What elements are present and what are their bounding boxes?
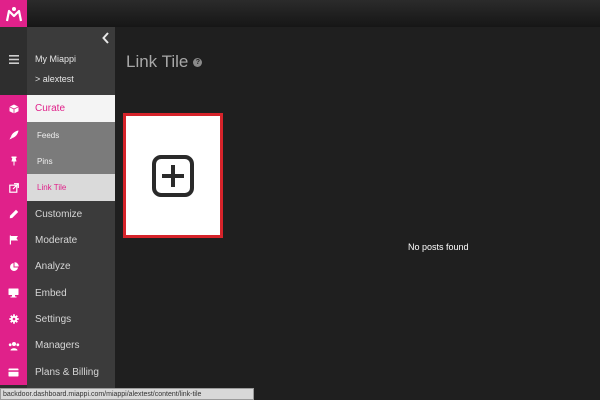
sidebar-item-managers[interactable]: Managers bbox=[27, 332, 115, 359]
cube-icon[interactable] bbox=[0, 95, 27, 122]
sidebar-item-label: Managers bbox=[35, 340, 80, 351]
top-bar bbox=[0, 0, 600, 27]
sidebar-item-label: Settings bbox=[35, 313, 72, 325]
sidebar-item-label: Curate bbox=[35, 103, 66, 114]
account-title[interactable]: My Miappi bbox=[35, 54, 76, 64]
external-link-icon[interactable] bbox=[0, 174, 27, 201]
menu-icon[interactable] bbox=[0, 44, 27, 74]
sidebar-subitem-label: Feeds bbox=[37, 130, 60, 140]
sidebar-item-curate[interactable]: Curate bbox=[27, 95, 115, 122]
rocket-icon[interactable] bbox=[0, 122, 27, 148]
pin-icon[interactable] bbox=[0, 148, 27, 174]
plus-square-icon bbox=[152, 154, 194, 197]
sidebar-item-label: Customize bbox=[35, 208, 83, 220]
sidebar-item-embed[interactable]: Embed bbox=[27, 280, 115, 306]
pie-chart-icon[interactable] bbox=[0, 253, 27, 280]
add-link-tile-button[interactable] bbox=[123, 113, 223, 238]
sidebar-item-customize[interactable]: Customize bbox=[27, 201, 115, 227]
sidebar: My Miappi > alextest Curate Feeds Pins L… bbox=[27, 27, 115, 400]
credit-card-icon[interactable] bbox=[0, 359, 27, 385]
sidebar-subitem-feeds[interactable]: Feeds bbox=[27, 122, 115, 148]
gear-icon[interactable] bbox=[0, 306, 27, 332]
sidebar-item-label: Moderate bbox=[35, 234, 78, 246]
sidebar-item-label: Analyze bbox=[35, 261, 71, 272]
sidebar-item-label: Plans & Billing bbox=[35, 366, 99, 378]
sidebar-subitem-pins[interactable]: Pins bbox=[27, 148, 115, 174]
icon-rail bbox=[0, 27, 27, 400]
flag-icon[interactable] bbox=[0, 227, 27, 253]
status-bar-url: backdoor.dashboard.miappi.com/miappi/ale… bbox=[0, 388, 254, 400]
page-title-text: Link Tile bbox=[126, 52, 189, 71]
empty-state-message: No posts found bbox=[408, 242, 469, 252]
sidebar-item-analyze[interactable]: Analyze bbox=[27, 253, 115, 280]
help-icon[interactable]: ? bbox=[193, 57, 203, 67]
sidebar-item-plans-billing[interactable]: Plans & Billing bbox=[27, 359, 115, 385]
account-name[interactable]: > alextest bbox=[35, 74, 74, 84]
sidebar-item-label: Embed bbox=[35, 287, 67, 299]
chevron-left-icon[interactable] bbox=[100, 31, 112, 45]
sidebar-item-settings[interactable]: Settings bbox=[27, 306, 115, 332]
users-icon[interactable] bbox=[0, 332, 27, 359]
monitor-icon[interactable] bbox=[0, 280, 27, 306]
main-content: Link Tile ? No posts found bbox=[115, 27, 600, 400]
pencil-icon[interactable] bbox=[0, 201, 27, 227]
sidebar-item-moderate[interactable]: Moderate bbox=[27, 227, 115, 253]
sidebar-subitem-label: Pins bbox=[37, 156, 53, 166]
miappi-logo-icon[interactable] bbox=[0, 0, 27, 27]
page-title: Link Tile ? bbox=[126, 52, 203, 72]
sidebar-subitem-link-tile[interactable]: Link Tile bbox=[27, 174, 115, 201]
sidebar-subitem-label: Link Tile bbox=[37, 183, 67, 192]
